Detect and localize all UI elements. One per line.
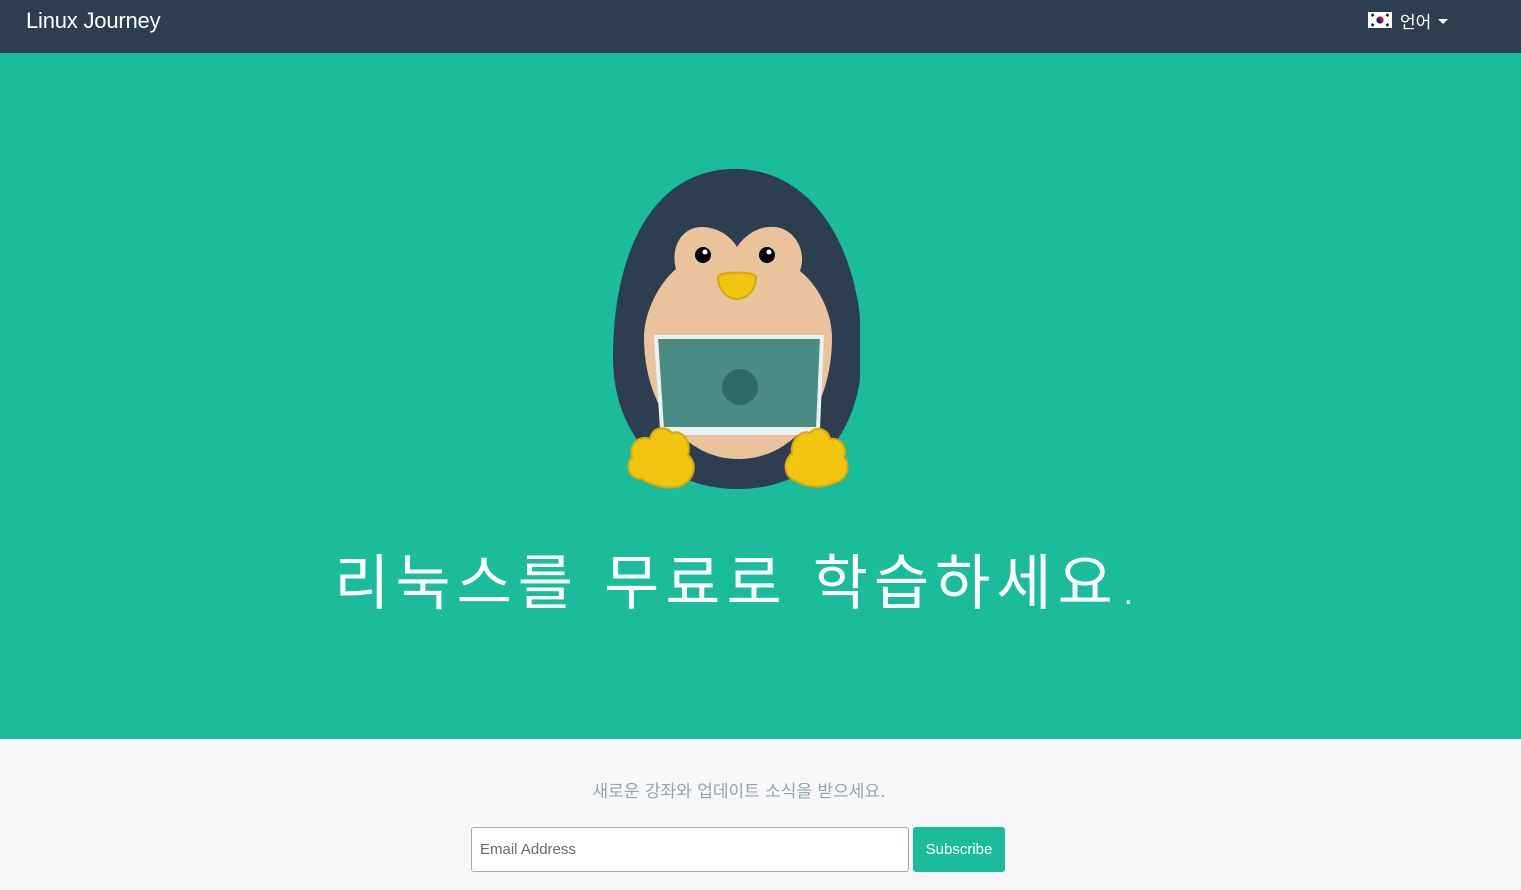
brand-link[interactable]: Linux Journey: [26, 8, 161, 34]
penguin-laptop-illustration: [613, 169, 860, 489]
hero-title: 리눅스를 무료로 학습하세요.: [334, 549, 1144, 619]
email-input[interactable]: [471, 827, 909, 872]
subscribe-button[interactable]: Subscribe: [913, 827, 1005, 872]
language-dropdown[interactable]: 언어: [1368, 8, 1449, 33]
subscribe-description: 새로운 강좌와 업데이트 소식을 받으세요.: [592, 782, 886, 802]
top-navbar: Linux Journey 언어: [0, 0, 1521, 53]
south-korea-flag-icon: [1368, 12, 1392, 28]
subscribe-section: 새로운 강좌와 업데이트 소식을 받으세요. Subscribe: [0, 739, 1521, 890]
caret-down-icon: [1438, 18, 1449, 24]
hero-section: 리눅스를 무료로 학습하세요.: [0, 53, 1521, 739]
language-label: 언어: [1400, 12, 1432, 33]
